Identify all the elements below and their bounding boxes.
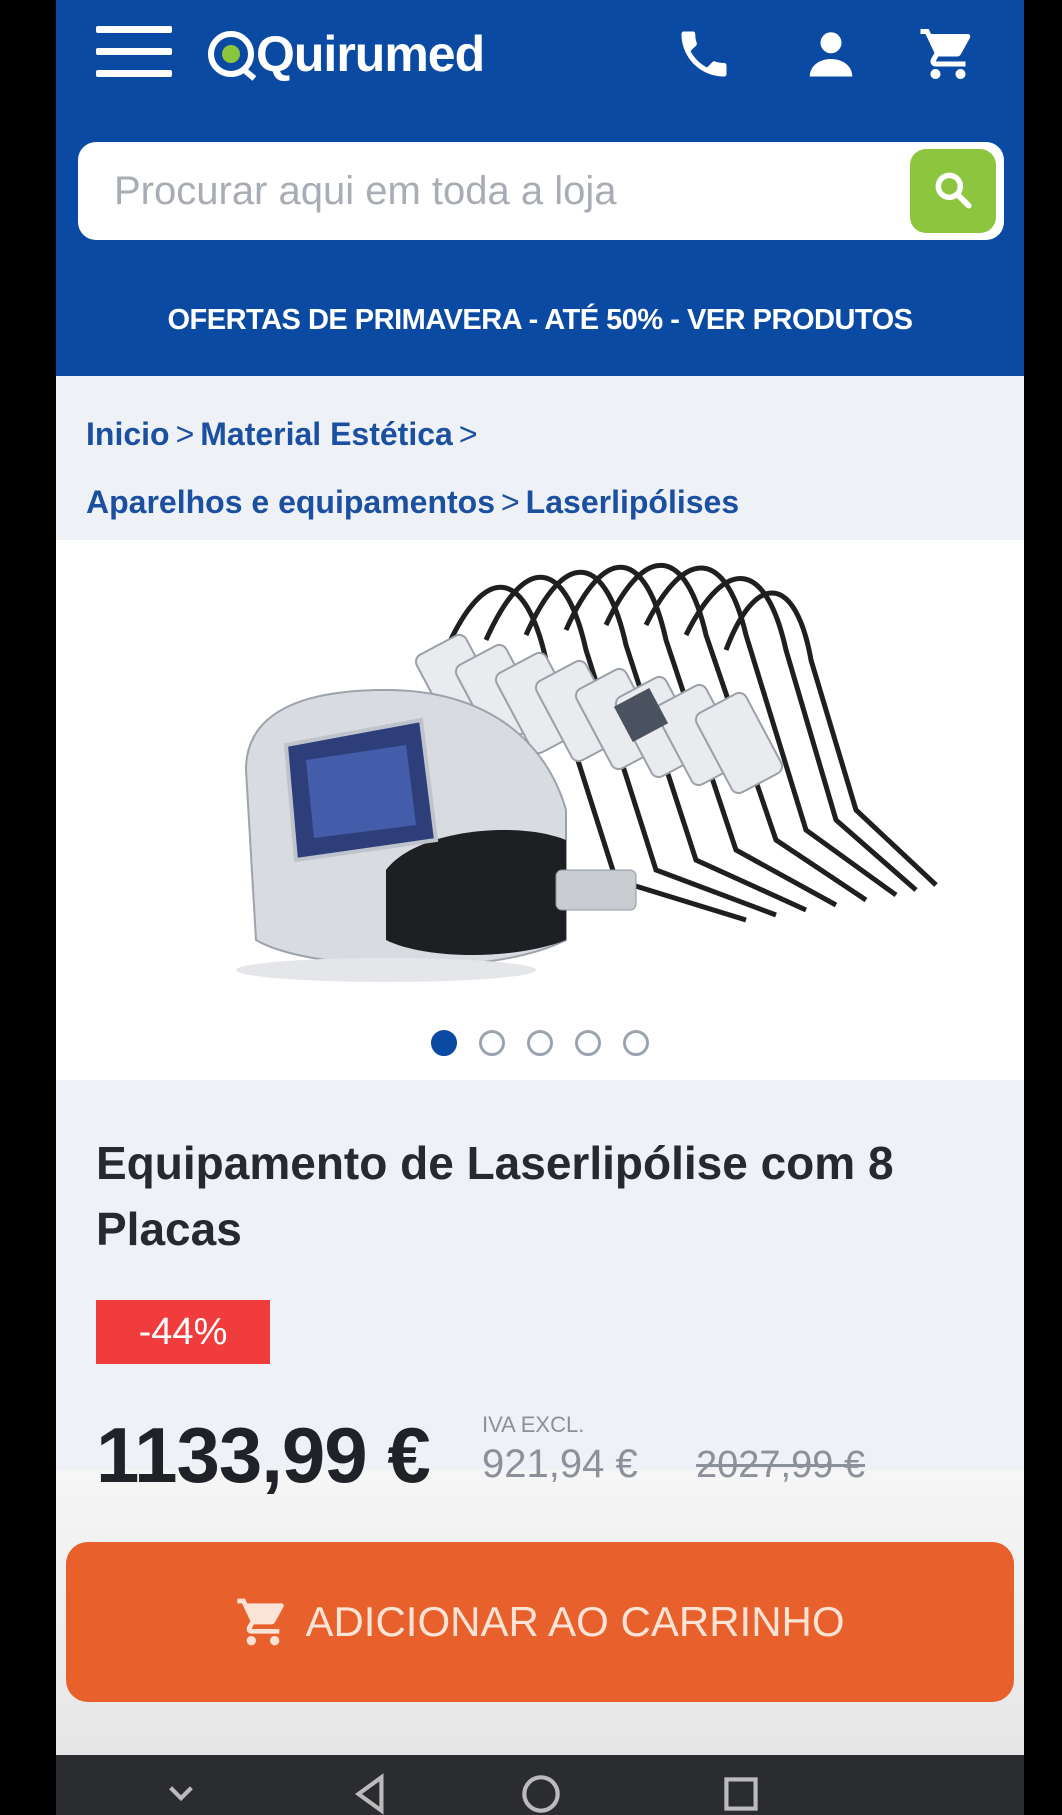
android-nav-bar	[56, 1755, 1024, 1815]
logo-mark	[208, 31, 254, 77]
mobile-screen: Quirumed OFERTAS DE PRIMAVERA - ATÉ 50% …	[56, 0, 1024, 1815]
search-icon	[935, 172, 972, 209]
logo-text: Quirumed	[256, 26, 485, 82]
vat-excluded-label: IVA EXCL.	[482, 1412, 585, 1437]
breadcrumb-item-laserlipolises[interactable]: Laserlipólises	[526, 484, 739, 520]
breadcrumb-separator: >	[458, 416, 478, 452]
carousel-dot[interactable]	[575, 1030, 601, 1056]
carousel-dot[interactable]	[623, 1030, 649, 1056]
home-icon[interactable]	[516, 1769, 566, 1815]
carousel-dot[interactable]	[527, 1030, 553, 1056]
menu-icon[interactable]	[96, 26, 172, 80]
account-icon[interactable]	[801, 24, 861, 84]
promo-banner[interactable]: OFERTAS DE PRIMAVERA - ATÉ 50% - VER PRO…	[56, 280, 1024, 360]
site-header: Quirumed OFERTAS DE PRIMAVERA - ATÉ 50% …	[56, 0, 1024, 376]
cart-icon	[237, 1598, 285, 1646]
carousel-indicators	[56, 1030, 1024, 1056]
breadcrumb-item-material-estetica[interactable]: Material Estética	[200, 416, 453, 452]
back-icon[interactable]	[346, 1769, 396, 1815]
product-title: Equipamento de Laserlipólise com 8 Placa…	[96, 1137, 894, 1255]
discount-badge: -44%	[96, 1300, 270, 1364]
phone-icon[interactable]	[674, 24, 734, 84]
carousel-dot[interactable]	[431, 1030, 457, 1056]
add-to-cart-button[interactable]: ADICIONAR AO CARRINHO	[66, 1542, 1014, 1702]
price-row: 1133,99 € IVA EXCL. 921,94 € 2027,99 €	[96, 1400, 996, 1510]
breadcrumb-item-home[interactable]: Inicio	[86, 416, 170, 452]
breadcrumb-separator: >	[500, 484, 520, 520]
breadcrumb: Inicio > Material Estética > Aparelhos e eq…	[86, 400, 986, 536]
search-button[interactable]	[910, 149, 996, 233]
product-image[interactable]	[186, 540, 946, 1040]
search-bar	[78, 142, 1004, 240]
breadcrumb-item-aparelhos[interactable]: Aparelhos e equipamentos	[86, 484, 495, 520]
cart-icon[interactable]	[918, 24, 978, 84]
price-ex-vat: 921,94 €	[482, 1442, 638, 1486]
add-to-cart-label: ADICIONAR AO CARRINHO	[305, 1598, 845, 1645]
recents-icon[interactable]	[716, 1769, 766, 1815]
search-input[interactable]	[114, 142, 874, 240]
old-price: 2027,99 €	[696, 1444, 866, 1486]
keyboard-hide-icon[interactable]	[156, 1769, 206, 1815]
carousel-dot[interactable]	[479, 1030, 505, 1056]
product-gallery[interactable]	[56, 540, 1024, 1080]
breadcrumb-separator: >	[175, 416, 195, 452]
logo[interactable]: Quirumed	[208, 22, 485, 86]
price: 1133,99 €	[96, 1411, 431, 1499]
